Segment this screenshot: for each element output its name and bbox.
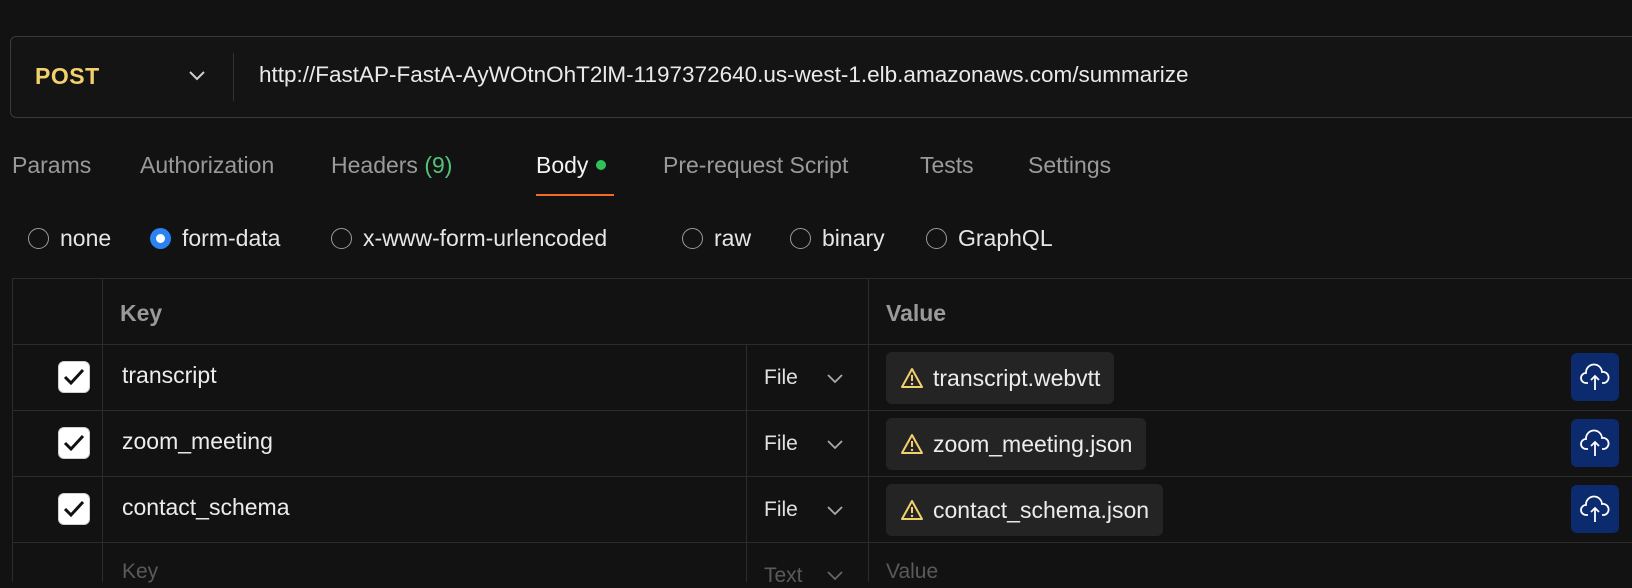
upload-file-button[interactable]: [1571, 353, 1619, 401]
tab-body-label: Body: [536, 152, 589, 178]
radio-button[interactable]: [790, 227, 811, 249]
radio-label: binary: [822, 224, 885, 251]
active-tab-underline: [536, 194, 614, 196]
file-name: transcript.webvtt: [933, 364, 1101, 391]
radio-button-selected[interactable]: [150, 227, 171, 249]
radio-label: x-www-form-urlencoded: [363, 224, 608, 251]
file-name: zoom_meeting.json: [933, 430, 1133, 457]
chevron-down-icon[interactable]: [826, 373, 844, 385]
row-key[interactable]: zoom_meeting: [122, 428, 273, 455]
table-header-border: [12, 344, 1632, 345]
radio-x-www-form-urlencoded[interactable]: x-www-form-urlencoded: [331, 223, 607, 253]
new-value-input[interactable]: Value: [886, 560, 938, 584]
radio-form-data[interactable]: form-data: [150, 223, 280, 253]
upload-file-button[interactable]: [1571, 419, 1619, 467]
table-top-border: [12, 278, 1632, 279]
url-divider: [233, 53, 234, 101]
radio-button[interactable]: [28, 227, 49, 249]
warning-icon: [901, 500, 923, 520]
row-type-select[interactable]: File: [764, 498, 798, 522]
chevron-down-icon[interactable]: [826, 505, 844, 517]
checkmark-icon: [63, 434, 85, 452]
table-col-divider: [102, 278, 103, 582]
cloud-upload-icon: [1580, 495, 1610, 522]
table-row-border: [12, 542, 1632, 543]
tab-headers-label: Headers: [331, 152, 418, 178]
headers-count: (9): [424, 152, 453, 178]
tab-headers[interactable]: Headers (9): [331, 152, 452, 179]
file-chip[interactable]: transcript.webvtt: [886, 352, 1115, 404]
radio-button[interactable]: [682, 227, 703, 249]
checkmark-icon: [63, 500, 85, 518]
radio-button[interactable]: [926, 227, 947, 249]
upload-file-button[interactable]: [1571, 485, 1619, 533]
warning-icon: [901, 368, 923, 388]
tab-tests[interactable]: Tests: [920, 152, 974, 179]
row-key[interactable]: transcript: [122, 362, 217, 389]
request-bar: POST http://FastAP-FastA-AyWOtnOhT2lM-11…: [10, 36, 1632, 118]
warning-icon: [901, 434, 923, 454]
value-column-header: Value: [886, 300, 947, 326]
key-column-header: Key: [120, 300, 163, 326]
row-key[interactable]: contact_schema: [122, 494, 289, 521]
tab-authorization[interactable]: Authorization: [140, 152, 274, 179]
table-row-border: [12, 410, 1632, 411]
row-checkbox[interactable]: [58, 361, 90, 393]
table-col-divider: [746, 344, 747, 582]
cloud-upload-icon: [1580, 429, 1610, 456]
radio-label: none: [60, 224, 112, 251]
tab-settings[interactable]: Settings: [1028, 152, 1111, 179]
chevron-down-icon[interactable]: [826, 570, 844, 582]
chevron-down-icon[interactable]: [826, 439, 844, 451]
table-row-border: [12, 476, 1632, 477]
row-type-select[interactable]: File: [764, 432, 798, 456]
tab-pre-request-script[interactable]: Pre-request Script: [663, 152, 848, 179]
tab-body[interactable]: Body: [536, 152, 607, 179]
chevron-down-icon[interactable]: [187, 69, 207, 83]
radio-label: form-data: [182, 224, 281, 251]
body-indicator-dot: [596, 159, 607, 170]
cloud-upload-icon: [1580, 363, 1610, 390]
table-left-border: [12, 278, 13, 582]
new-key-input[interactable]: Key: [122, 560, 158, 584]
file-name: contact_schema.json: [933, 496, 1150, 523]
method-select[interactable]: POST: [35, 63, 100, 90]
radio-label: raw: [714, 224, 752, 251]
file-chip[interactable]: zoom_meeting.json: [886, 418, 1147, 470]
row-type-select[interactable]: File: [764, 366, 798, 390]
table-col-divider: [868, 278, 869, 582]
tab-params[interactable]: Params: [12, 152, 91, 179]
radio-graphql[interactable]: GraphQL: [926, 223, 1053, 253]
radio-binary[interactable]: binary: [790, 223, 885, 253]
radio-label: GraphQL: [958, 224, 1053, 251]
row-checkbox[interactable]: [58, 493, 90, 525]
checkmark-icon: [63, 368, 85, 386]
file-chip[interactable]: contact_schema.json: [886, 484, 1164, 536]
url-input[interactable]: http://FastAP-FastA-AyWOtnOhT2lM-1197372…: [259, 62, 1189, 88]
row-checkbox[interactable]: [58, 427, 90, 459]
radio-raw[interactable]: raw: [682, 223, 751, 253]
radio-button[interactable]: [331, 227, 352, 249]
new-type-select[interactable]: Text: [764, 564, 803, 588]
radio-none[interactable]: none: [28, 223, 111, 253]
